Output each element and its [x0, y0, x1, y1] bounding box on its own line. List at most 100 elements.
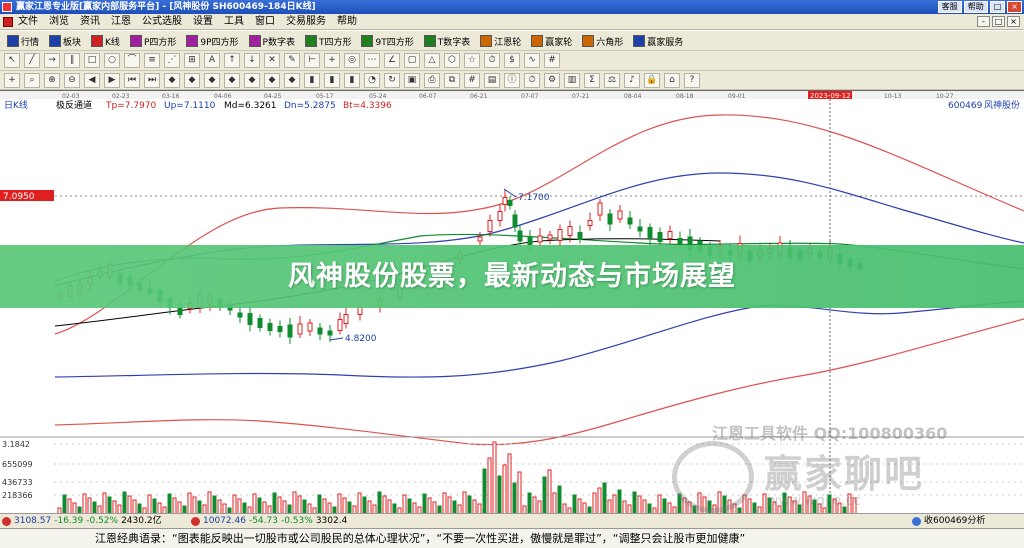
grid-icon[interactable]: #: [464, 73, 480, 88]
toolbar-button-12[interactable]: 赢家服务: [630, 33, 686, 49]
toolbar-button-4[interactable]: 9P四方形: [183, 33, 241, 49]
circle-icon[interactable]: ○: [104, 53, 120, 68]
copy-icon[interactable]: ⧉: [444, 73, 460, 88]
toolbar-button-2[interactable]: K线: [88, 33, 123, 49]
speed-icon[interactable]: ⋯: [364, 53, 380, 68]
close-button[interactable]: ×: [1007, 1, 1022, 13]
rect-icon[interactable]: □: [84, 53, 100, 68]
sz-index-group[interactable]: 10072.46 -54.73 -0.53% 3302.4: [191, 514, 347, 528]
diamond-icon[interactable]: ◆: [164, 73, 180, 88]
toolbar-button-11[interactable]: 六角形: [579, 33, 626, 49]
last-icon[interactable]: ⏭: [144, 73, 160, 88]
fib-icon[interactable]: ≡: [144, 53, 160, 68]
pen-icon[interactable]: ✎: [284, 53, 300, 68]
menu-help[interactable]: 帮助: [337, 14, 357, 30]
gann-box-icon[interactable]: ⊞: [184, 53, 200, 68]
menu-file[interactable]: 文件: [18, 14, 38, 30]
square-icon[interactable]: ▢: [404, 53, 420, 68]
refresh-icon[interactable]: ↻: [384, 73, 400, 88]
weight-icon[interactable]: ⚖: [604, 73, 620, 88]
pie-icon[interactable]: ◔: [364, 73, 380, 88]
cycle-icon[interactable]: ◎: [344, 53, 360, 68]
first-icon[interactable]: ⏮: [124, 73, 140, 88]
angle-icon[interactable]: ∠: [384, 53, 400, 68]
ray-icon[interactable]: →: [44, 53, 60, 68]
settings-icon[interactable]: ⚙: [544, 73, 560, 88]
mdi-minimize-button[interactable]: -: [977, 16, 990, 27]
info-icon[interactable]: ⓘ: [504, 73, 520, 88]
cross-cursor-icon[interactable]: +: [4, 73, 20, 88]
bar-icon[interactable]: ▮: [324, 73, 340, 88]
help-button[interactable]: 帮助: [963, 1, 988, 13]
home-icon[interactable]: ⌂: [664, 73, 680, 88]
crosshair-date: 2023-09-12: [810, 92, 851, 100]
line-icon[interactable]: ╱: [24, 53, 40, 68]
star-icon[interactable]: ☆: [464, 53, 480, 68]
zoom-out-icon[interactable]: ⊖: [64, 73, 80, 88]
toolbar-button-8[interactable]: T数字表: [421, 33, 474, 49]
arrow-up-icon[interactable]: ↑: [224, 53, 240, 68]
wave-icon[interactable]: ∿: [524, 53, 540, 68]
channel-icon[interactable]: ∥: [64, 53, 80, 68]
toolbar-button-5[interactable]: P数字表: [246, 33, 298, 49]
time-icon[interactable]: ⏱: [484, 53, 500, 68]
maximize-button[interactable]: □: [989, 1, 1006, 13]
stats-icon[interactable]: Σ: [584, 73, 600, 88]
diamond-icon[interactable]: ◆: [224, 73, 240, 88]
help-icon[interactable]: ?: [684, 73, 700, 88]
arc-icon[interactable]: ⌒: [124, 53, 140, 68]
zoom-in-icon[interactable]: ⊕: [44, 73, 60, 88]
diamond-icon[interactable]: ◆: [244, 73, 260, 88]
magnify-icon[interactable]: ⌕: [24, 73, 40, 88]
diamond-icon[interactable]: ◆: [264, 73, 280, 88]
menu-browse[interactable]: 浏览: [49, 14, 69, 30]
menu-trading[interactable]: 交易服务: [286, 14, 326, 30]
delete-icon[interactable]: ✕: [264, 53, 280, 68]
chart-icon[interactable]: ▥: [564, 73, 580, 88]
triangle-icon[interactable]: △: [424, 53, 440, 68]
menu-settings[interactable]: 设置: [193, 14, 213, 30]
toolbar-button-0[interactable]: 行情: [4, 33, 42, 49]
diamond-icon[interactable]: ◆: [204, 73, 220, 88]
grid-icon[interactable]: #: [544, 53, 560, 68]
menu-gann[interactable]: 江恩: [111, 14, 131, 30]
menu-tools[interactable]: 工具: [224, 14, 244, 30]
toolbar-button-1[interactable]: 板块: [46, 33, 84, 49]
left-icon[interactable]: ◀: [84, 73, 100, 88]
right-status[interactable]: 收600469分析: [912, 514, 985, 528]
menu-info[interactable]: 资讯: [80, 14, 100, 30]
gann-fan-icon[interactable]: ⋰: [164, 53, 180, 68]
menu-formula[interactable]: 公式选股: [142, 14, 182, 30]
toolbar-button-6[interactable]: T四方形: [302, 33, 355, 49]
diamond-icon[interactable]: ◆: [284, 73, 300, 88]
table-icon[interactable]: ▤: [484, 73, 500, 88]
toolbar-button-10[interactable]: 赢家轮: [528, 33, 575, 49]
diamond-icon[interactable]: ◆: [184, 73, 200, 88]
candle-body: [287, 324, 293, 338]
service-button[interactable]: 客服: [937, 1, 962, 13]
ruler-icon[interactable]: ⊢: [304, 53, 320, 68]
price-icon[interactable]: $: [504, 53, 520, 68]
menu-window[interactable]: 窗口: [255, 14, 275, 30]
hexagon-icon[interactable]: ⬡: [444, 53, 460, 68]
sh-index-group[interactable]: 3108.57 -16.39 -0.52% 2430.2亿: [2, 514, 162, 528]
mdi-restore-button[interactable]: □: [992, 16, 1005, 27]
text-icon[interactable]: A: [204, 53, 220, 68]
toolbar-button-9[interactable]: 江恩轮: [477, 33, 524, 49]
arrow-down-icon[interactable]: ↓: [244, 53, 260, 68]
candle-body: [637, 226, 643, 232]
right-icon[interactable]: ▶: [104, 73, 120, 88]
cross-icon[interactable]: +: [324, 53, 340, 68]
bar-icon[interactable]: ▮: [304, 73, 320, 88]
print-icon[interactable]: ⎙: [424, 73, 440, 88]
toolbar-button-3[interactable]: P四方形: [127, 33, 179, 49]
toolbar-button-7[interactable]: 9T四方形: [358, 33, 416, 49]
time-icon[interactable]: ⏱: [524, 73, 540, 88]
candle-body: [597, 202, 603, 216]
bar-icon[interactable]: ▮: [344, 73, 360, 88]
save-icon[interactable]: ▣: [404, 73, 420, 88]
mdi-close-button[interactable]: ×: [1007, 16, 1020, 27]
lock-icon[interactable]: 🔒: [644, 73, 660, 88]
sound-icon[interactable]: ♪: [624, 73, 640, 88]
pointer-icon[interactable]: ↖: [4, 53, 20, 68]
